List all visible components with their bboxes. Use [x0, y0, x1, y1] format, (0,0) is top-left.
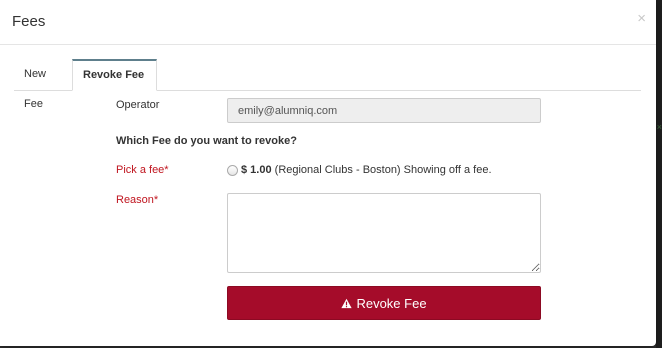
pick-fee-label: Pick a fee*: [116, 164, 169, 176]
tab-revoke-fee[interactable]: Revoke Fee: [72, 59, 157, 91]
modal-backdrop: [656, 0, 662, 348]
reason-label: Reason*: [116, 194, 159, 206]
backdrop-fragment: ×: [656, 122, 662, 132]
tab-new-fee[interactable]: New Fee: [14, 59, 72, 110]
revoke-fee-button[interactable]: Revoke Fee: [227, 286, 541, 320]
modal-title: Fees: [12, 13, 46, 30]
modal-header: Fees ×: [0, 0, 656, 45]
fee-option-text[interactable]: $ 1.00 (Regional Clubs - Boston) Showing…: [241, 164, 492, 176]
fee-description: (Regional Clubs - Boston) Showing off a …: [271, 164, 492, 176]
close-icon[interactable]: ×: [637, 11, 646, 26]
fee-amount: $ 1.00: [241, 164, 272, 176]
reason-field[interactable]: [227, 193, 541, 273]
fee-radio[interactable]: [227, 165, 238, 176]
fees-modal: Fees × New Fee Revoke Fee Operator Which…: [0, 0, 656, 346]
operator-label: Operator: [116, 99, 160, 111]
operator-field: [227, 98, 541, 123]
revoke-question: Which Fee do you want to revoke?: [116, 135, 297, 147]
revoke-fee-button-label: Revoke Fee: [356, 295, 427, 311]
fee-tabs: New Fee Revoke Fee: [14, 59, 641, 110]
warning-icon: [341, 298, 353, 308]
